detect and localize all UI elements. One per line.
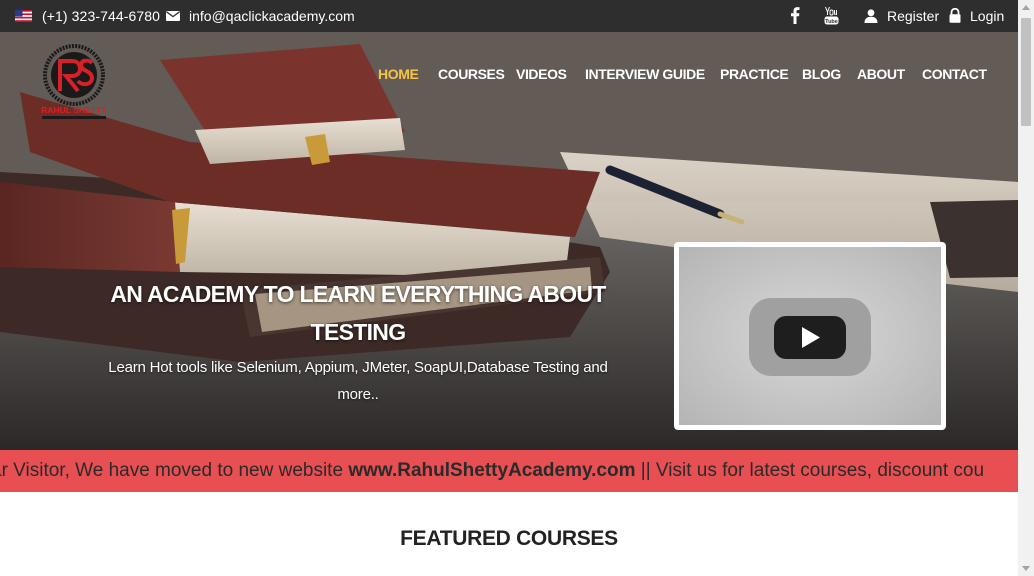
hero-headline: AN ACADEMY TO LEARN EVERYTHING ABOUT TES…: [110, 281, 606, 345]
nav-contact[interactable]: CONTACT: [922, 66, 987, 82]
scroll-up-arrow-icon[interactable]: [1022, 5, 1030, 10]
hero-banner: RAHUL SHETTY HOME COURSES VIDEOS INTERVI…: [0, 32, 1018, 450]
scroll-thumb[interactable]: [1021, 18, 1031, 126]
us-flag-icon: [15, 10, 32, 22]
marquee-website-link[interactable]: www.RahulShettyAcademy.com: [348, 460, 635, 481]
logo-text: RAHUL SHETTY: [41, 105, 107, 115]
announcement-marquee: ar Visitor, We have moved to new website…: [0, 450, 1018, 492]
page-scrollbar[interactable]: [1018, 0, 1034, 576]
svg-text:Tube: Tube: [825, 19, 838, 25]
youtube-icon[interactable]: Tube: [824, 7, 839, 25]
user-icon: [864, 9, 878, 23]
video-thumbnail[interactable]: [679, 247, 941, 425]
marquee-text-prefix: ar Visitor, We have moved to new website: [0, 460, 349, 481]
top-contact-bar: (+1) 323-744-6780 info@qaclickacademy.co…: [0, 0, 1018, 32]
email-link[interactable]: info@qaclickacademy.com: [189, 8, 355, 24]
scroll-down-arrow-icon[interactable]: [1022, 566, 1030, 571]
featured-courses-heading: FEATURED COURSES: [400, 527, 618, 550]
register-link[interactable]: Register: [887, 8, 939, 24]
play-button-icon[interactable]: [749, 298, 871, 376]
phone-number: (+1) 323-744-6780: [42, 8, 161, 24]
nav-home[interactable]: HOME: [378, 66, 419, 82]
nav-practice[interactable]: PRACTICE: [720, 66, 789, 82]
envelope-icon: [166, 11, 180, 21]
hero-subline: Learn Hot tools like Selenium, Appium, J…: [108, 359, 608, 403]
nav-about[interactable]: ABOUT: [857, 66, 905, 82]
login-link[interactable]: Login: [970, 8, 1004, 24]
nav-blog[interactable]: BLOG: [802, 66, 841, 82]
nav-videos[interactable]: VIDEOS: [516, 66, 567, 82]
marquee-text-suffix: || Visit us for latest courses, discount…: [635, 460, 985, 481]
nav-courses[interactable]: COURSES: [438, 66, 505, 82]
lock-icon: [949, 8, 961, 23]
intro-video-player[interactable]: [674, 242, 946, 430]
facebook-icon[interactable]: [790, 7, 800, 24]
rahul-shetty-logo[interactable]: RAHUL SHETTY: [36, 41, 112, 123]
nav-interview-guide[interactable]: INTERVIEW GUIDE: [585, 66, 705, 82]
